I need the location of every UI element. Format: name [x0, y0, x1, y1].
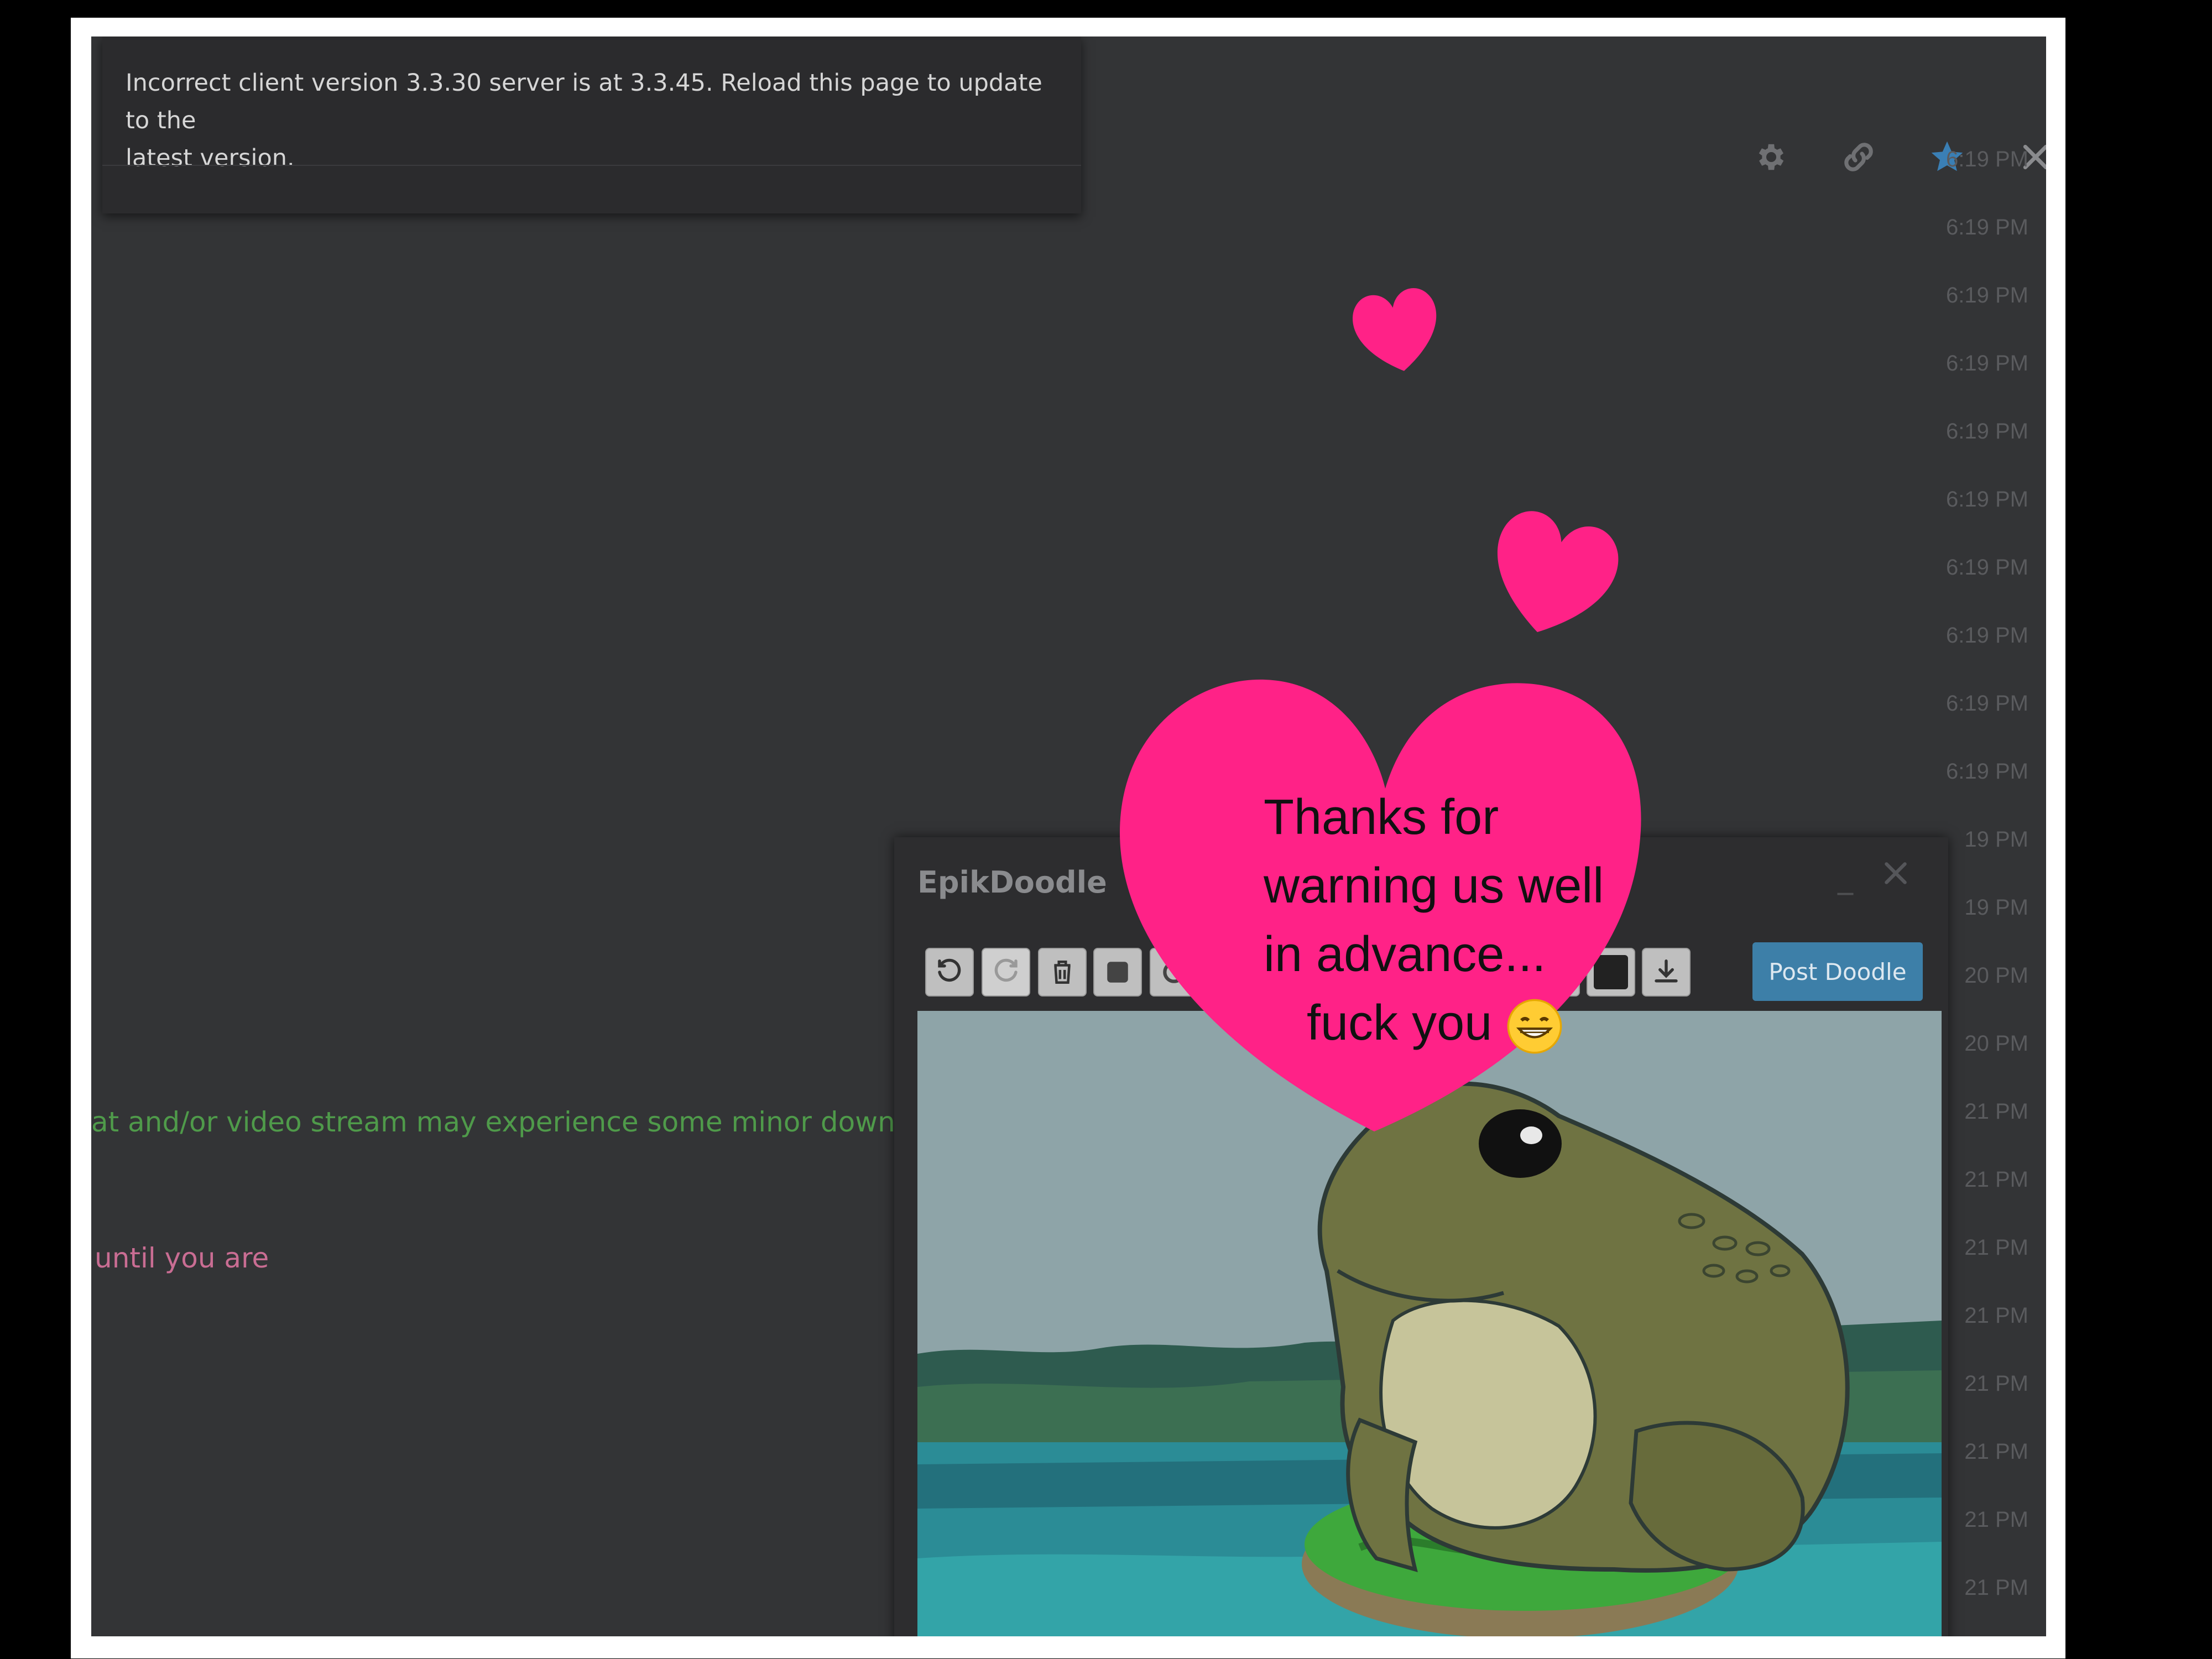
- undo-icon[interactable]: [925, 948, 974, 997]
- timestamp: 6:19 PM: [1946, 215, 2028, 239]
- timestamp: 20 PM: [1964, 963, 2028, 988]
- timestamp: 21 PM: [1964, 1371, 2028, 1396]
- heart-line-4-wrap: fuck you: [1264, 989, 1604, 1057]
- timestamp: 6:19 PM: [1946, 691, 2028, 716]
- timestamp: 6:19 PM: [1946, 419, 2028, 444]
- notification-line-1: Incorrect client version 3.3.30 server i…: [126, 69, 1042, 134]
- heart-message: Thanks for warning us well in advance...…: [1264, 783, 1604, 1057]
- doodle-close-icon[interactable]: [1882, 859, 1915, 893]
- notification-text: Incorrect client version 3.3.30 server i…: [126, 64, 1055, 177]
- link-icon[interactable]: [1832, 131, 1885, 184]
- redo-icon[interactable]: [982, 948, 1030, 997]
- timestamp: 6:19 PM: [1946, 555, 2028, 580]
- timestamp: 21 PM: [1964, 1439, 2028, 1464]
- doodle-title: EpikDoodle: [917, 865, 1107, 900]
- heart-line-4: fuck you: [1307, 995, 1493, 1051]
- update-notification: Incorrect client version 3.3.30 server i…: [102, 36, 1081, 213]
- minimize-button[interactable]: _: [1838, 859, 1869, 895]
- timestamp: 21 PM: [1964, 1099, 2028, 1124]
- notification-line-2: latest version.: [126, 144, 295, 172]
- timestamp: 6:19 PM: [1946, 351, 2028, 375]
- trash-icon[interactable]: [1038, 948, 1087, 997]
- heart-line-1: Thanks for: [1264, 790, 1499, 845]
- grinning-emoji-icon: [1507, 999, 1562, 1054]
- timestamp: 21 PM: [1964, 1167, 2028, 1192]
- timestamp: 6:19 PM: [1946, 759, 2028, 784]
- chat-message-pink: until you are: [95, 1242, 269, 1274]
- notification-divider: [102, 165, 1081, 166]
- timestamp: 6:19 PM: [1946, 147, 2028, 171]
- heart-line-2: warning us well: [1264, 858, 1604, 914]
- medium-heart-icon: [1497, 511, 1619, 633]
- timestamp: 21 PM: [1964, 1235, 2028, 1260]
- timestamp: 19 PM: [1964, 895, 2028, 920]
- heart-line-3: in advance...: [1264, 927, 1546, 982]
- timestamp: 6:19 PM: [1946, 283, 2028, 307]
- timestamp: 21 PM: [1964, 1303, 2028, 1328]
- timestamp: 21 PM: [1964, 1575, 2028, 1600]
- timestamp: 21 PM: [1964, 1507, 2028, 1532]
- chat-message-announcement: at and/or video stream may experience so…: [91, 1106, 1003, 1138]
- timestamp: 6:19 PM: [1946, 487, 2028, 512]
- post-doodle-button[interactable]: Post Doodle: [1752, 942, 1923, 1001]
- small-heart-icon: [1353, 288, 1437, 371]
- timestamp: 19 PM: [1964, 827, 2028, 852]
- settings-gear-icon[interactable]: [1745, 131, 1798, 184]
- chat-app: 6:19 PM 6:19 PM 6:19 PM 6:19 PM 6:19 PM 6:19 …: [91, 36, 2046, 1636]
- timestamp: 20 PM: [1964, 1031, 2028, 1056]
- timestamp: 6:19 PM: [1946, 623, 2028, 648]
